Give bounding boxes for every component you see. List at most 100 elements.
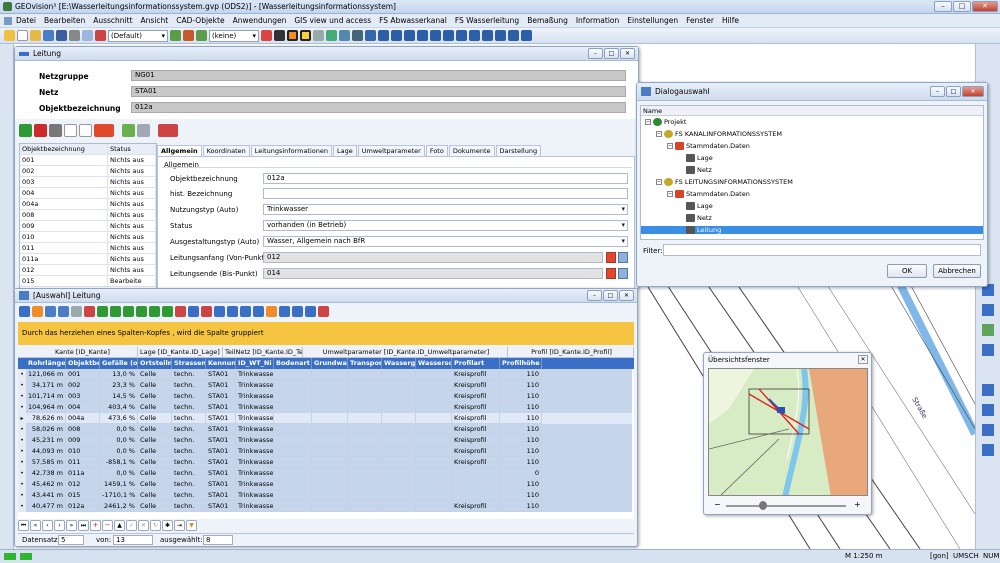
list-item-objbez[interactable]: 002 [20, 166, 108, 177]
grid-tool-10-icon[interactable] [136, 306, 147, 317]
row-indicator[interactable]: • [18, 446, 26, 457]
table-cell[interactable]: 110 [500, 380, 542, 391]
column-header-ortsteil[interactable]: Ortsteilnar [138, 358, 172, 369]
tree-node[interactable]: Leitung [641, 226, 983, 234]
table-cell[interactable]: 40,477 m [26, 501, 66, 512]
clear-record-icon[interactable] [94, 124, 114, 137]
menu-gis-view[interactable]: GIS view und access [294, 16, 371, 25]
table-cell[interactable] [452, 490, 500, 501]
row-indicator[interactable]: • [18, 380, 26, 391]
table-cell[interactable]: techn. [172, 468, 206, 479]
nav-up-icon[interactable]: ▲ [114, 520, 125, 531]
cross-icon[interactable] [261, 30, 272, 41]
list-item-objbez[interactable]: 003 [20, 177, 108, 188]
table-row[interactable]: • 40,477 m 012a 2461,2 % Celle techn. STA01 Tri… [18, 501, 632, 512]
table-cell[interactable] [416, 391, 452, 402]
table-cell[interactable]: techn. [172, 435, 206, 446]
nav-refresh-icon[interactable]: ↻ [150, 520, 161, 531]
table-cell[interactable] [274, 391, 312, 402]
table-cell[interactable]: Trinkwasser [236, 424, 274, 435]
table-cell[interactable]: 104,964 m [26, 402, 66, 413]
column-header-kennung[interactable]: Kennung [206, 358, 236, 369]
table-cell[interactable] [348, 380, 382, 391]
delete-record-icon[interactable] [34, 124, 47, 137]
table-cell[interactable] [348, 446, 382, 457]
table-cell[interactable]: techn. [172, 490, 206, 501]
table-cell[interactable]: Celle [138, 490, 172, 501]
filter-combo[interactable]: (keine) [209, 29, 259, 42]
layer-icon-2[interactable] [183, 30, 194, 41]
row-indicator[interactable]: • [18, 424, 26, 435]
table-cell[interactable]: Kreisprofil [452, 501, 500, 512]
grid-tool-17-icon[interactable] [227, 306, 238, 317]
table-row[interactable]: ▸ 78,626 m 004a 473,6 % Celle techn. STA01 Trin… [18, 413, 632, 424]
table-cell[interactable]: 0,0 % [100, 435, 138, 446]
select-arrow-icon[interactable] [64, 124, 77, 137]
right-tool-6[interactable] [982, 404, 994, 416]
table-cell[interactable] [416, 413, 452, 424]
cut-icon[interactable] [95, 30, 106, 41]
tool-icon-12[interactable] [521, 30, 532, 41]
menu-ansicht[interactable]: Ansicht [141, 16, 169, 25]
menu-fs-wasserleitung[interactable]: FS Wasserleitung [455, 16, 519, 25]
table-cell[interactable] [312, 424, 348, 435]
table-cell[interactable]: Kreisprofil [452, 391, 500, 402]
table-cell[interactable] [348, 490, 382, 501]
nav-prev-icon[interactable]: ‹ [42, 520, 53, 531]
table-cell[interactable]: Celle [138, 380, 172, 391]
table-row[interactable]: • 44,093 m 010 0,0 % Celle techn. STA01 Trinkwa… [18, 446, 632, 457]
table-cell[interactable]: 101,714 m [26, 391, 66, 402]
tool-icon-11[interactable] [508, 30, 519, 41]
table-cell[interactable] [416, 457, 452, 468]
table-cell[interactable]: Celle [138, 391, 172, 402]
square-yellow-icon[interactable] [300, 30, 311, 41]
tab-umweltparameter[interactable]: Umweltparameter [357, 145, 425, 156]
table-cell[interactable]: 002 [66, 380, 100, 391]
column-header-transport[interactable]: Transporti [348, 358, 382, 369]
table-cell[interactable] [348, 435, 382, 446]
table-cell[interactable]: STA01 [206, 501, 236, 512]
group-lage[interactable]: Lage [ID_Kante.ID_Lage] [138, 347, 223, 358]
grid-tool-14-icon[interactable] [188, 306, 199, 317]
table-cell[interactable]: 011a [66, 468, 100, 479]
dialog-maximize-button[interactable]: □ [946, 86, 961, 97]
table-cell[interactable]: Kreisprofil [452, 446, 500, 457]
nav-next-icon[interactable]: › [54, 520, 65, 531]
table-cell[interactable] [416, 501, 452, 512]
menu-bearbeiten[interactable]: Bearbeiten [44, 16, 85, 25]
overview-map[interactable] [708, 368, 868, 496]
table-row[interactable]: • 45,462 m 012 1459,1 % Celle techn. STA01 Trin… [18, 479, 632, 490]
table-row[interactable]: • 45,231 m 009 0,0 % Celle techn. STA01 Trinkwa… [18, 435, 632, 446]
list-item-status[interactable]: Nichts aus [108, 221, 156, 232]
pick-point-icon[interactable] [606, 268, 616, 279]
tree-node[interactable]: − Projekt [645, 118, 686, 126]
pointer-icon[interactable] [4, 30, 15, 41]
menu-ausschnitt[interactable]: Ausschnitt [93, 16, 132, 25]
grid-tool-19-icon[interactable] [253, 306, 264, 317]
table-cell[interactable]: STA01 [206, 402, 236, 413]
tab-koordinaten[interactable]: Koordinaten [202, 145, 250, 156]
auswahl-close-button[interactable]: ✕ [619, 290, 634, 301]
table-cell[interactable]: techn. [172, 369, 206, 380]
table-cell[interactable] [312, 446, 348, 457]
nav-goto-icon[interactable]: ⇥ [174, 520, 185, 531]
table-cell[interactable] [416, 446, 452, 457]
list-item-status[interactable]: Nichts aus [108, 210, 156, 221]
table-cell[interactable] [312, 479, 348, 490]
list-item-objbez[interactable]: 004a [20, 199, 108, 210]
right-tool-5[interactable] [982, 384, 994, 396]
nav-post-icon[interactable]: ✓ [126, 520, 137, 531]
table-cell[interactable] [274, 490, 312, 501]
report-icon[interactable] [158, 124, 178, 137]
menu-fs-abwasserkanal[interactable]: FS Abwasserkanal [379, 16, 447, 25]
grid-tool-1-icon[interactable] [19, 306, 30, 317]
table-cell[interactable] [382, 479, 416, 490]
list-item-status[interactable]: Nichts aus [108, 155, 156, 166]
tool-icon-2[interactable] [391, 30, 402, 41]
field-value[interactable]: 012 [263, 252, 603, 263]
refresh-icon[interactable] [43, 30, 54, 41]
table-cell[interactable]: 009 [66, 435, 100, 446]
table-cell[interactable] [312, 369, 348, 380]
table-cell[interactable]: STA01 [206, 468, 236, 479]
table-cell[interactable]: Trinkwasser [236, 402, 274, 413]
